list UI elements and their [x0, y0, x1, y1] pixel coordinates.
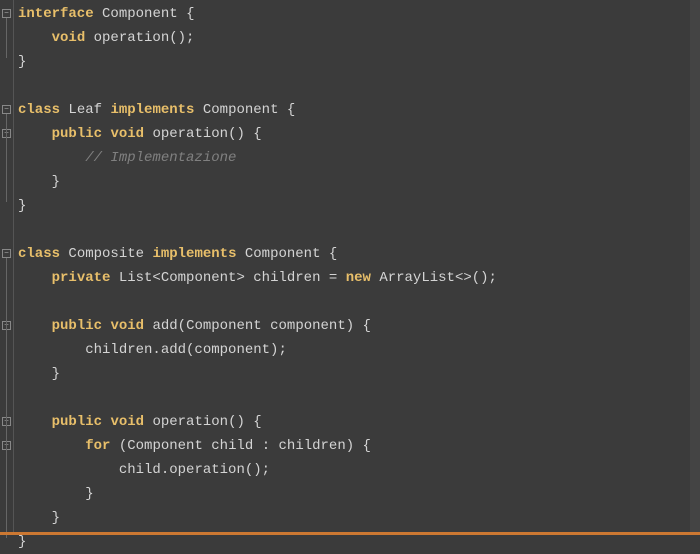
token-type: Component	[127, 438, 203, 454]
code-line[interactable]: interface Component {	[18, 2, 700, 26]
gutter[interactable]: −−−−−−−	[0, 0, 14, 535]
token-kw: private	[52, 270, 111, 286]
token-op: :	[262, 438, 270, 454]
code-line[interactable]: child.operation();	[18, 458, 700, 482]
token-paren: }	[52, 366, 60, 382]
token-paren: {	[363, 438, 371, 454]
fold-toggle-icon[interactable]: −	[2, 9, 11, 18]
token-paren: )	[346, 318, 354, 334]
token-paren: {	[363, 318, 371, 334]
token-paren: {	[253, 126, 261, 142]
code-line[interactable]: class Leaf implements Component {	[18, 98, 700, 122]
fold-guide	[6, 138, 7, 178]
token-kw: implements	[110, 102, 194, 118]
code-area[interactable]: interface Component { void operation();}…	[14, 0, 700, 535]
token-paren: ();	[169, 30, 194, 46]
token-paren: {	[253, 414, 261, 430]
code-line[interactable]: public void operation() {	[18, 410, 700, 434]
token-paren: (	[119, 438, 127, 454]
token-paren: {	[329, 246, 337, 262]
token-name: component	[270, 318, 346, 334]
token-kw: implements	[152, 246, 236, 262]
token-type: Component	[186, 318, 262, 334]
fold-guide	[6, 18, 7, 58]
token-kw: public	[52, 414, 102, 430]
token-paren: ()	[228, 414, 245, 430]
code-line[interactable]	[18, 218, 700, 242]
code-line[interactable]: }	[18, 362, 700, 386]
token-kw: class	[18, 102, 60, 118]
code-line[interactable]: }	[18, 50, 700, 74]
token-kw: interface	[18, 6, 94, 22]
token-type: Component	[245, 246, 321, 262]
token-kw: new	[346, 270, 371, 286]
fold-guide	[6, 450, 7, 490]
fold-toggle-icon[interactable]: −	[2, 105, 11, 114]
token-type: Component	[102, 6, 178, 22]
code-line[interactable]: // Implementazione	[18, 146, 700, 170]
token-paren: )	[346, 438, 354, 454]
token-method: operation	[152, 126, 228, 142]
code-line[interactable]: class Composite implements Component {	[18, 242, 700, 266]
token-method: operation	[94, 30, 170, 46]
token-paren: (	[178, 318, 186, 334]
token-kw: void	[110, 318, 144, 334]
token-type: Component	[203, 102, 279, 118]
token-paren: }	[18, 534, 26, 550]
token-name: child	[211, 438, 253, 454]
code-line[interactable]: }	[18, 482, 700, 506]
code-line[interactable]: public void add(Component component) {	[18, 314, 700, 338]
token-paren: }	[52, 510, 60, 526]
token-paren: }	[52, 174, 60, 190]
code-line[interactable]: }	[18, 194, 700, 218]
token-type: List<Component>	[119, 270, 245, 286]
code-line[interactable]: }	[18, 506, 700, 530]
token-paren: }	[18, 54, 26, 70]
token-method: operation	[152, 414, 228, 430]
token-kw: public	[52, 126, 102, 142]
token-kw: for	[85, 438, 110, 454]
code-line[interactable]: void operation();	[18, 26, 700, 50]
token-type: Composite	[68, 246, 144, 262]
code-line[interactable]: }	[18, 170, 700, 194]
token-type: ArrayList<>();	[379, 270, 497, 286]
code-line[interactable]	[18, 290, 700, 314]
token-kw: void	[110, 414, 144, 430]
code-editor[interactable]: −−−−−−− interface Component { void opera…	[0, 0, 700, 535]
token-name: child.operation();	[119, 462, 270, 478]
token-kw: void	[52, 30, 86, 46]
token-name: children	[253, 270, 320, 286]
code-line[interactable]: public void operation() {	[18, 122, 700, 146]
token-kw: class	[18, 246, 60, 262]
code-line[interactable]: for (Component child : children) {	[18, 434, 700, 458]
token-kw: void	[110, 126, 144, 142]
token-paren: ()	[228, 126, 245, 142]
code-line[interactable]	[18, 386, 700, 410]
token-name: children.add(component);	[85, 342, 287, 358]
token-method: add	[152, 318, 177, 334]
code-line[interactable]	[18, 74, 700, 98]
token-paren: }	[18, 198, 26, 214]
fold-guide	[6, 330, 7, 370]
code-line[interactable]: children.add(component);	[18, 338, 700, 362]
code-line[interactable]: private List<Component> children = new A…	[18, 266, 700, 290]
vertical-scrollbar[interactable]	[690, 0, 700, 535]
token-comment: // Implementazione	[85, 150, 236, 166]
token-kw: public	[52, 318, 102, 334]
token-paren: {	[186, 6, 194, 22]
token-paren: }	[85, 486, 93, 502]
token-paren: {	[287, 102, 295, 118]
token-op: =	[329, 270, 337, 286]
token-name: children	[279, 438, 346, 454]
fold-toggle-icon[interactable]: −	[2, 249, 11, 258]
token-type: Leaf	[68, 102, 102, 118]
